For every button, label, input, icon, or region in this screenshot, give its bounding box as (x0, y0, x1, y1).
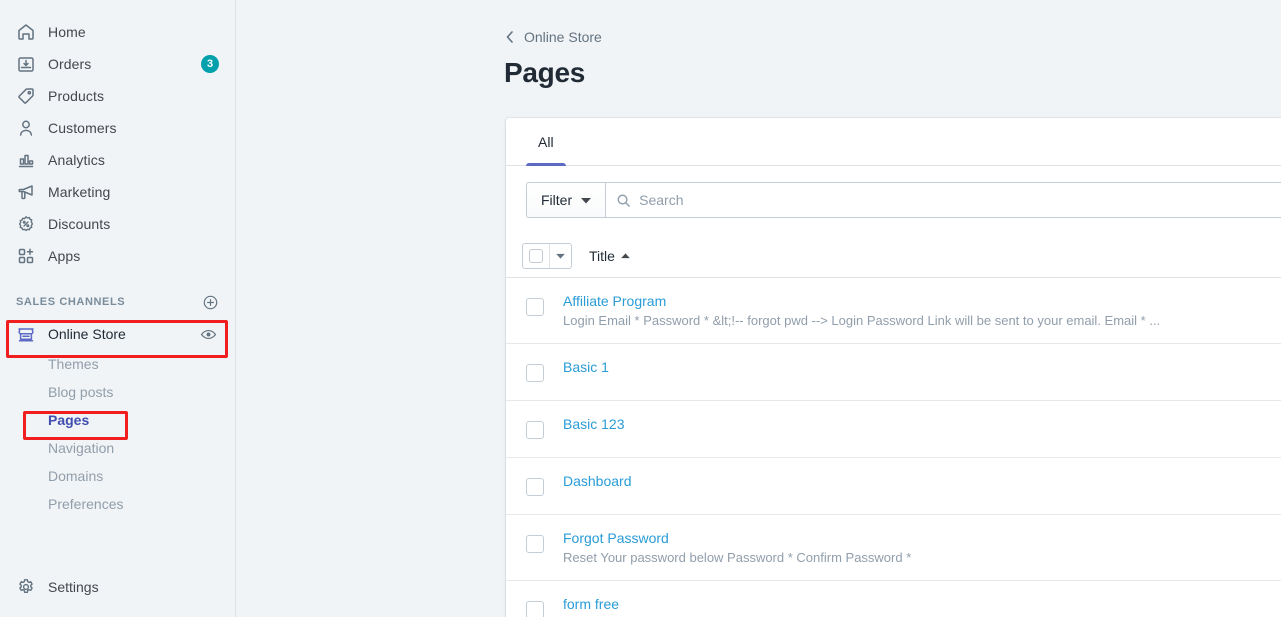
customers-icon (16, 118, 36, 138)
sidebar-item-preferences[interactable]: Preferences (8, 490, 227, 518)
sidebar-item-label: Analytics (48, 153, 105, 167)
sidebar-item-orders[interactable]: Orders 3 (8, 48, 227, 80)
row-body: Basic 123 (563, 401, 1281, 446)
caret-down-icon[interactable] (549, 244, 571, 268)
row-checkbox[interactable] (526, 601, 544, 617)
row-checkbox[interactable] (526, 535, 544, 553)
sales-channels-header: SALES CHANNELS (16, 292, 219, 312)
orders-icon (16, 54, 36, 74)
sidebar: Home Orders 3 Products Customers Analyti… (0, 0, 236, 617)
table-row[interactable]: Basic 123 Today at 4:50 am EST (506, 401, 1281, 458)
row-checkbox[interactable] (526, 364, 544, 382)
chevron-left-icon (504, 30, 516, 44)
marketing-megaphone-icon (16, 182, 36, 202)
table-row[interactable]: Basic 1 Today at 4:38 am EST (506, 344, 1281, 401)
row-title-link[interactable]: Dashboard (563, 471, 632, 491)
select-all-control[interactable] (522, 243, 572, 269)
sidebar-item-label: Domains (48, 468, 103, 484)
tab-label: All (538, 134, 554, 150)
sidebar-item-navigation[interactable]: Navigation (8, 434, 227, 462)
select-all-checkbox[interactable] (523, 244, 549, 268)
row-body: form free (563, 581, 1281, 617)
sidebar-item-pages[interactable]: Pages (8, 406, 227, 434)
sidebar-item-label: Pages (48, 412, 89, 428)
table-row[interactable]: Affiliate Program Login Email * Password… (506, 278, 1281, 344)
row-checkbox[interactable] (526, 298, 544, 316)
row-title-link[interactable]: Basic 1 (563, 357, 609, 377)
breadcrumb[interactable]: Online Store (504, 29, 602, 45)
filter-label: Filter (541, 192, 572, 208)
sidebar-item-label: Discounts (48, 217, 110, 231)
caret-down-icon (581, 197, 591, 204)
row-checkbox[interactable] (526, 421, 544, 439)
caret-up-icon (621, 253, 630, 259)
products-tag-icon (16, 86, 36, 106)
sidebar-item-marketing[interactable]: Marketing (8, 176, 227, 208)
row-title-link[interactable]: Forgot Password (563, 528, 669, 548)
sidebar-item-label: Marketing (48, 185, 110, 199)
search-input[interactable] (639, 192, 1281, 208)
sidebar-item-label: Settings (48, 579, 99, 595)
sidebar-item-online-store[interactable]: Online Store (8, 318, 227, 350)
row-body: Basic 1 (563, 344, 1281, 389)
sidebar-item-customers[interactable]: Customers (8, 112, 227, 144)
gear-icon (16, 577, 36, 597)
row-title-link[interactable]: form free (563, 594, 619, 614)
page-title: Pages (504, 57, 585, 89)
table-row[interactable]: form free Oct 8, 10:36 am (506, 581, 1281, 617)
sidebar-item-label: Orders (48, 57, 91, 71)
sidebar-item-domains[interactable]: Domains (8, 462, 227, 490)
sales-channels-title: SALES CHANNELS (16, 296, 125, 308)
row-body: Affiliate Program Login Email * Password… (563, 278, 1281, 343)
sidebar-item-label: Home (48, 25, 86, 39)
eye-icon[interactable] (200, 326, 217, 343)
search-icon (616, 193, 631, 208)
breadcrumb-label: Online Store (524, 29, 602, 45)
sidebar-item-label: Online Store (48, 326, 126, 342)
tab-all[interactable]: All (526, 118, 566, 166)
sidebar-item-label: Customers (48, 121, 117, 135)
sidebar-item-label: Preferences (48, 496, 123, 512)
sidebar-item-blog-posts[interactable]: Blog posts (8, 378, 227, 406)
main-content: Online Store Pages Add page All Filter (236, 0, 1281, 617)
sidebar-item-settings[interactable]: Settings (8, 571, 227, 603)
discounts-percent-icon (16, 214, 36, 234)
home-icon (16, 22, 36, 42)
sidebar-item-home[interactable]: Home (8, 16, 227, 48)
row-body: Dashboard (563, 458, 1281, 503)
pages-card: All Filter (506, 118, 1281, 617)
tab-bar: All (506, 118, 1281, 166)
sidebar-item-products[interactable]: Products (8, 80, 227, 112)
row-body: Forgot Password Reset Your password belo… (563, 515, 1281, 580)
apps-grid-plus-icon (16, 246, 36, 266)
row-title-link[interactable]: Basic 123 (563, 414, 624, 434)
sidebar-item-label: Themes (48, 356, 99, 372)
column-header-title[interactable]: Title (589, 248, 630, 264)
row-checkbox[interactable] (526, 478, 544, 496)
table-row[interactable]: Forgot Password Reset Your password belo… (506, 515, 1281, 581)
sidebar-item-discounts[interactable]: Discounts (8, 208, 227, 240)
sidebar-item-themes[interactable]: Themes (8, 350, 227, 378)
row-description: Login Email * Password * &lt;!-- forgot … (563, 311, 1281, 331)
sidebar-item-label: Blog posts (48, 384, 113, 400)
filter-bar: Filter (506, 166, 1281, 234)
search-box[interactable] (605, 182, 1281, 218)
filter-button[interactable]: Filter (526, 182, 605, 218)
orders-badge: 3 (201, 55, 219, 73)
column-header-title-label: Title (589, 248, 615, 264)
row-description: Reset Your password below Password * Con… (563, 548, 1281, 568)
table-row[interactable]: Dashboard Today at 4:38 am EST (506, 458, 1281, 515)
sidebar-item-label: Products (48, 89, 104, 103)
sidebar-item-label: Navigation (48, 440, 114, 456)
sidebar-item-apps[interactable]: Apps (8, 240, 227, 272)
plus-circle-icon[interactable] (202, 294, 219, 311)
sidebar-item-label: Apps (48, 249, 80, 263)
analytics-bar-icon (16, 150, 36, 170)
storefront-icon (16, 324, 36, 344)
sidebar-item-analytics[interactable]: Analytics (8, 144, 227, 176)
row-title-link[interactable]: Affiliate Program (563, 291, 666, 311)
table-header: Title Last Modified (506, 234, 1281, 278)
